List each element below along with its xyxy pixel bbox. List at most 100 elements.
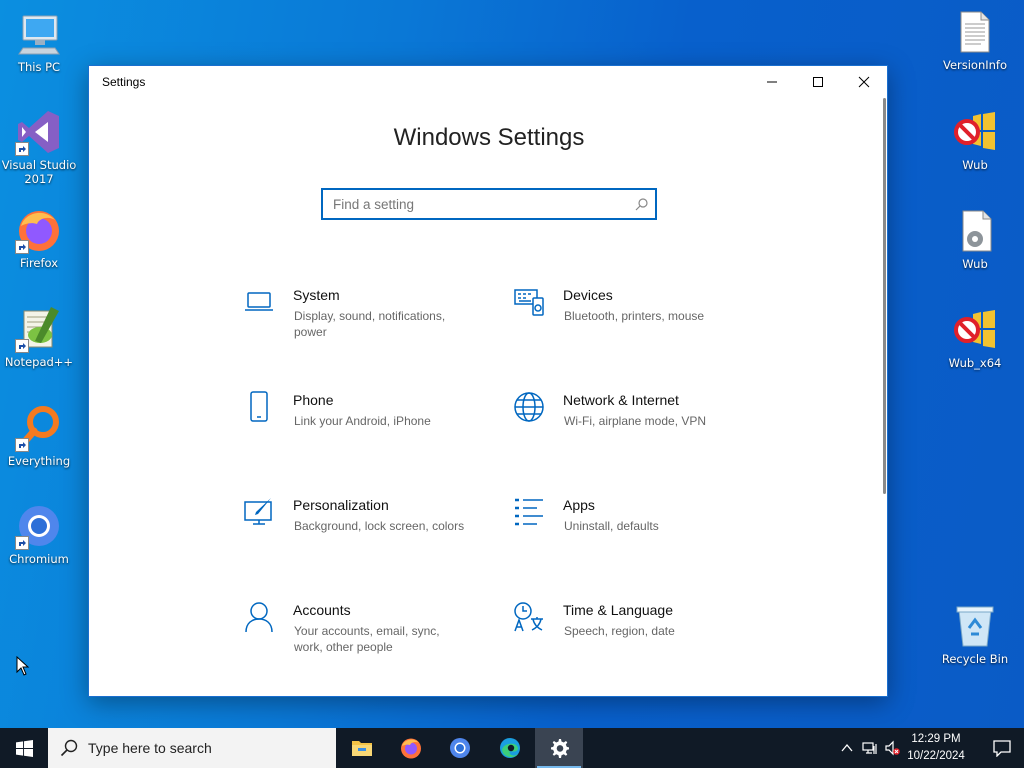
settings-window: Settings Windows Settings System Display… bbox=[88, 65, 888, 697]
page-title: Windows Settings bbox=[393, 124, 585, 151]
computer-icon bbox=[15, 10, 63, 58]
settings-category-devices[interactable]: Devices Bluetooth, printers, mouse bbox=[513, 286, 753, 356]
maximize-button[interactable] bbox=[795, 66, 841, 98]
firefox-icon bbox=[15, 206, 63, 254]
visual-studio-icon bbox=[15, 108, 63, 156]
shortcut-arrow-icon bbox=[15, 339, 29, 353]
desktop-icon-label: Wub bbox=[962, 257, 988, 271]
desktop-icon-label: Recycle Bin bbox=[941, 652, 1009, 666]
category-description: Display, sound, notifications, power bbox=[294, 309, 446, 339]
category-description: Background, lock screen, colors bbox=[294, 519, 465, 533]
desktop-icon-visual-studio[interactable]: Visual Studio 2017 bbox=[0, 108, 78, 186]
time-language-icon bbox=[513, 601, 545, 633]
category-name: Accounts bbox=[293, 602, 351, 618]
taskbar-search-box[interactable]: Type here to search bbox=[48, 728, 336, 768]
settings-search-box[interactable] bbox=[321, 188, 657, 220]
category-name: Network & Internet bbox=[563, 392, 679, 408]
system-clock[interactable]: 12:29 PM 10/22/2024 bbox=[904, 731, 968, 765]
taskbar-app-settings[interactable] bbox=[535, 728, 583, 768]
settings-category-network-internet[interactable]: Network & Internet Wi-Fi, airplane mode,… bbox=[513, 391, 753, 461]
taskbar-app-firefox[interactable] bbox=[387, 728, 435, 768]
category-description: Speech, region, date bbox=[564, 624, 675, 638]
minimize-icon bbox=[767, 81, 777, 83]
clock-date: 10/22/2024 bbox=[907, 750, 965, 762]
close-icon bbox=[858, 76, 870, 88]
paint-brush-icon bbox=[243, 496, 275, 528]
desktop-icon-wub-settings[interactable]: Wub bbox=[936, 207, 1014, 271]
desktop-icon-label: Visual Studio 2017 bbox=[1, 158, 77, 186]
desktop-icon-everything[interactable]: Everything bbox=[0, 404, 78, 468]
taskbar-app-file-explorer[interactable] bbox=[338, 728, 386, 768]
everything-search-icon bbox=[15, 404, 63, 452]
person-icon bbox=[243, 601, 275, 633]
volume-muted-icon[interactable] bbox=[884, 740, 900, 756]
laptop-icon bbox=[243, 286, 275, 318]
taskbar-app-edge[interactable] bbox=[486, 728, 534, 768]
category-name: System bbox=[293, 287, 340, 303]
windows-logo-icon bbox=[15, 739, 33, 757]
shortcut-arrow-icon bbox=[15, 536, 29, 550]
desktop-icon-this-pc[interactable]: This PC bbox=[0, 10, 78, 74]
category-description: Your accounts, email, sync, work, other … bbox=[294, 624, 440, 654]
show-hidden-icons-chevron-up-icon[interactable] bbox=[839, 740, 855, 756]
taskbar: Type here to search 12:29 PM 10/22/2024 bbox=[0, 728, 1024, 768]
category-name: Time & Language bbox=[563, 602, 673, 618]
settings-search-input[interactable] bbox=[323, 190, 623, 218]
desktop-icon-label: Notepad++ bbox=[4, 355, 74, 369]
text-file-icon bbox=[951, 8, 999, 56]
firefox-icon bbox=[401, 738, 421, 759]
settings-category-personalization[interactable]: Personalization Background, lock screen,… bbox=[243, 496, 483, 566]
desktop-icon-versioninfo[interactable]: VersionInfo bbox=[936, 8, 1014, 72]
globe-icon bbox=[513, 391, 545, 423]
apps-list-icon bbox=[513, 496, 545, 528]
category-name: Apps bbox=[563, 497, 595, 513]
settings-category-phone[interactable]: Phone Link your Android, iPhone bbox=[243, 391, 483, 461]
category-name: Devices bbox=[563, 287, 613, 303]
desktop-icon-chromium[interactable]: Chromium bbox=[0, 502, 78, 566]
desktop-icon-firefox[interactable]: Firefox bbox=[0, 206, 78, 270]
desktop-icon-label: Everything bbox=[7, 454, 71, 468]
settings-category-accounts[interactable]: Accounts Your accounts, email, sync, wor… bbox=[243, 601, 483, 671]
desktop-icon-label: Wub_x64 bbox=[948, 356, 1002, 370]
desktop-icon-label: Firefox bbox=[19, 256, 59, 270]
clock-time: 12:29 PM bbox=[911, 733, 961, 745]
desktop-icon-wub-x64[interactable]: Wub_x64 bbox=[936, 306, 1014, 370]
settings-file-icon bbox=[951, 207, 999, 255]
edge-icon bbox=[500, 738, 520, 758]
desktop-icon-label: VersionInfo bbox=[942, 58, 1008, 72]
desktop-icon-label: This PC bbox=[17, 60, 61, 74]
category-description: Uninstall, defaults bbox=[564, 519, 659, 533]
chromium-icon bbox=[15, 502, 63, 550]
network-icon[interactable] bbox=[862, 740, 878, 756]
settings-category-time-language[interactable]: Time & Language Speech, region, date bbox=[513, 601, 753, 671]
mouse-cursor-icon bbox=[16, 656, 30, 676]
desktop-icon-recycle-bin[interactable]: Recycle Bin bbox=[936, 602, 1014, 666]
windows-update-blocker-icon bbox=[951, 306, 999, 354]
search-icon bbox=[635, 198, 648, 211]
title-bar[interactable]: Settings bbox=[89, 66, 887, 98]
maximize-icon bbox=[813, 77, 823, 87]
phone-icon bbox=[243, 391, 275, 423]
category-name: Personalization bbox=[293, 497, 389, 513]
windows-update-blocker-icon bbox=[951, 108, 999, 156]
settings-gear-icon bbox=[551, 739, 569, 758]
taskbar-app-chromium[interactable] bbox=[436, 728, 484, 768]
start-button[interactable] bbox=[0, 728, 48, 768]
desktop-icon-label: Wub bbox=[962, 158, 988, 172]
file-explorer-icon bbox=[352, 741, 372, 756]
category-description: Wi-Fi, airplane mode, VPN bbox=[564, 414, 707, 428]
desktop-icon-wub[interactable]: Wub bbox=[936, 108, 1014, 172]
settings-category-system[interactable]: System Display, sound, notifications, po… bbox=[243, 286, 483, 356]
category-description: Bluetooth, printers, mouse bbox=[564, 309, 705, 323]
desktop-icon-label: Chromium bbox=[9, 552, 69, 566]
window-title: Settings bbox=[102, 75, 146, 89]
scrollbar[interactable] bbox=[883, 98, 886, 494]
action-center-icon[interactable] bbox=[992, 739, 1012, 757]
settings-category-apps[interactable]: Apps Uninstall, defaults bbox=[513, 496, 753, 566]
taskbar-search-placeholder: Type here to search bbox=[88, 740, 212, 756]
shortcut-arrow-icon bbox=[15, 438, 29, 452]
close-button[interactable] bbox=[841, 66, 887, 98]
search-icon bbox=[60, 739, 78, 757]
desktop-icon-notepad-plus-plus[interactable]: Notepad++ bbox=[0, 305, 78, 369]
minimize-button[interactable] bbox=[749, 66, 795, 98]
